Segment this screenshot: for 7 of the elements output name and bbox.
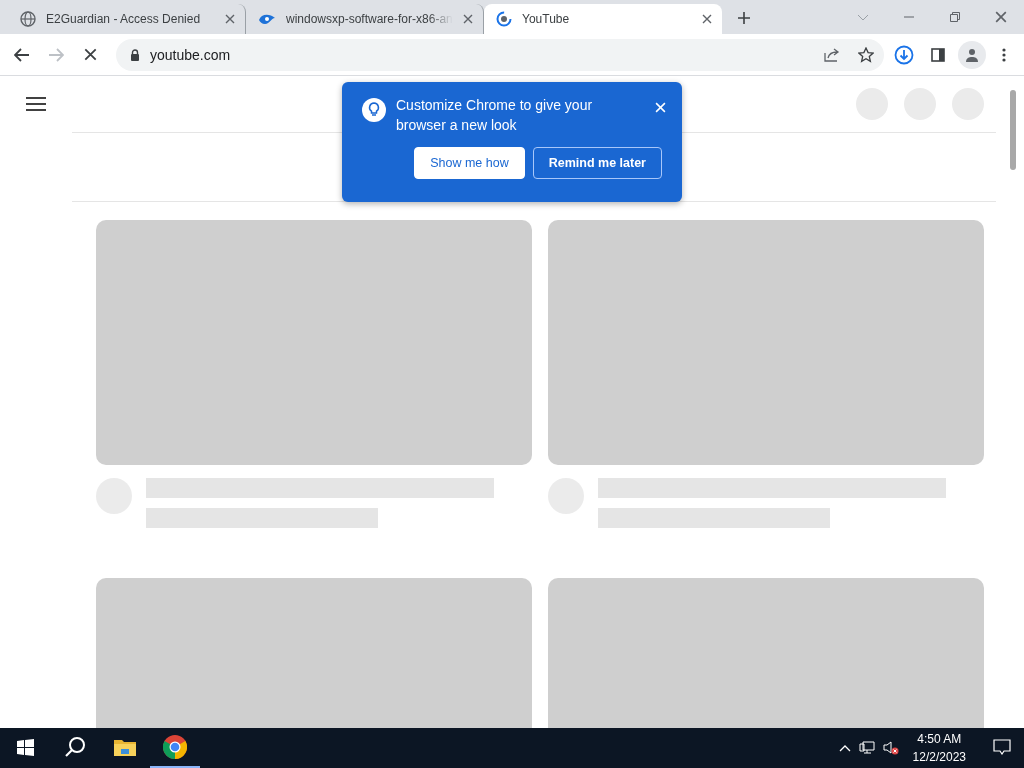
address-bar[interactable]: youtube.com xyxy=(116,38,884,71)
browser-tab[interactable]: YouTube xyxy=(484,4,722,34)
clock[interactable]: 4:50 AM 12/2/2023 xyxy=(906,730,972,766)
popup-button[interactable]: Show me how xyxy=(414,147,525,179)
browser-tab[interactable]: E2Guardian - Access Denied xyxy=(8,4,246,34)
popup-button[interactable]: Remind me later xyxy=(532,147,662,179)
promo-popup: Customize Chrome to give your browser a new look Show me how Remind me later xyxy=(342,82,682,202)
